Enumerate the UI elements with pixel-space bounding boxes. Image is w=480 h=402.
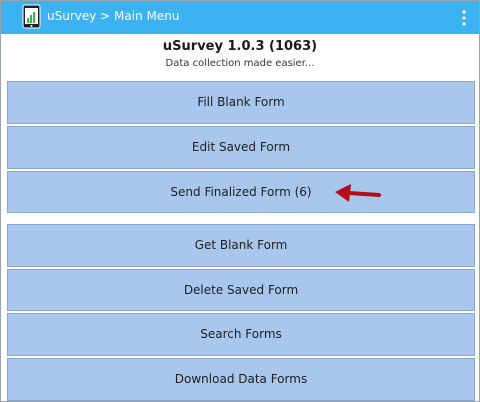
get-blank-form-label: Get Blank Form xyxy=(194,238,288,252)
app-bar: uSurvey > Main Menu xyxy=(1,1,479,34)
search-forms-button[interactable]: Search Forms xyxy=(7,313,475,356)
get-blank-form-button[interactable]: Get Blank Form xyxy=(7,224,475,267)
red-arrow-icon xyxy=(335,184,381,202)
fill-blank-form-label: Fill Blank Form xyxy=(197,95,285,109)
delete-saved-form-label: Delete Saved Form xyxy=(183,283,299,297)
app-version: uSurvey 1.0.3 (1063) xyxy=(162,39,318,54)
app-tagline: Data collection made easier... xyxy=(165,58,315,69)
overflow-menu-icon[interactable] xyxy=(459,8,469,28)
search-forms-label: Search Forms xyxy=(200,327,282,341)
app-header: uSurvey 1.0.3 (1063) Data collection mad… xyxy=(1,38,479,70)
fill-blank-form-button[interactable]: Fill Blank Form xyxy=(7,81,475,124)
send-finalized-form-label: Send Finalized Form (6) xyxy=(170,185,312,199)
phone-chart-icon xyxy=(22,4,41,29)
download-data-forms-label: Download Data Forms xyxy=(174,372,308,386)
download-data-forms-button[interactable]: Download Data Forms xyxy=(7,358,475,401)
send-finalized-form-button[interactable]: Send Finalized Form (6) xyxy=(7,171,475,213)
edit-saved-form-button[interactable]: Edit Saved Form xyxy=(7,126,475,169)
edit-saved-form-label: Edit Saved Form xyxy=(191,140,291,154)
delete-saved-form-button[interactable]: Delete Saved Form xyxy=(7,269,475,311)
app-title: uSurvey > Main Menu xyxy=(47,9,180,23)
screen: uSurvey > Main Menu uSurvey 1.0.3 (1063)… xyxy=(0,0,480,402)
